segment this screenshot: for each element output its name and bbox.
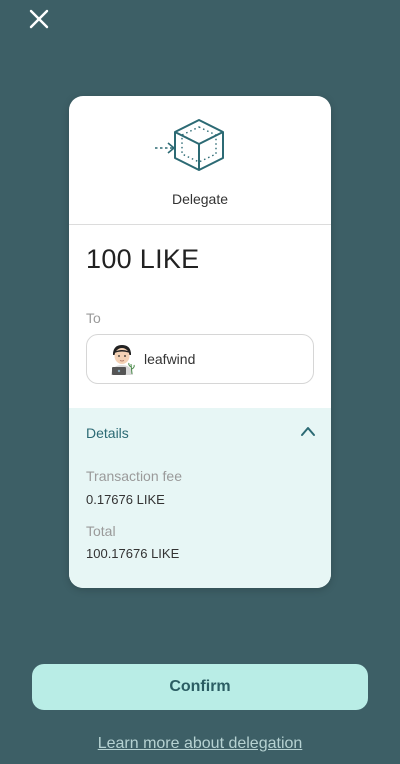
delegate-amount: 100 LIKE bbox=[86, 244, 200, 274]
transaction-fee-value: 0.17676 LIKE bbox=[86, 492, 165, 507]
delegate-card: Delegate 100 LIKE To leafwind Details Tr… bbox=[69, 96, 331, 588]
card-header: Delegate bbox=[69, 96, 331, 225]
total-value: 100.17676 LIKE bbox=[86, 546, 180, 561]
confirm-button[interactable]: Confirm bbox=[32, 664, 368, 710]
chevron-up-icon bbox=[301, 427, 315, 436]
page-title: Delegate bbox=[171, 191, 229, 207]
details-panel: Details Transaction fee 0.17676 LIKE Tot… bbox=[69, 408, 331, 588]
delegate-cube-icon bbox=[155, 119, 224, 171]
total-label: Total bbox=[86, 523, 116, 539]
avatar bbox=[111, 345, 135, 375]
close-button[interactable] bbox=[26, 6, 52, 32]
details-label: Details bbox=[86, 425, 129, 441]
learn-more-link[interactable]: Learn more about delegation bbox=[0, 735, 400, 753]
transaction-fee-label: Transaction fee bbox=[86, 468, 182, 484]
recipient-name: leafwind bbox=[144, 351, 196, 367]
close-icon bbox=[29, 9, 49, 29]
details-toggle[interactable]: Details bbox=[69, 408, 331, 456]
recipient-field[interactable]: leafwind bbox=[86, 334, 314, 384]
to-label: To bbox=[86, 310, 101, 326]
